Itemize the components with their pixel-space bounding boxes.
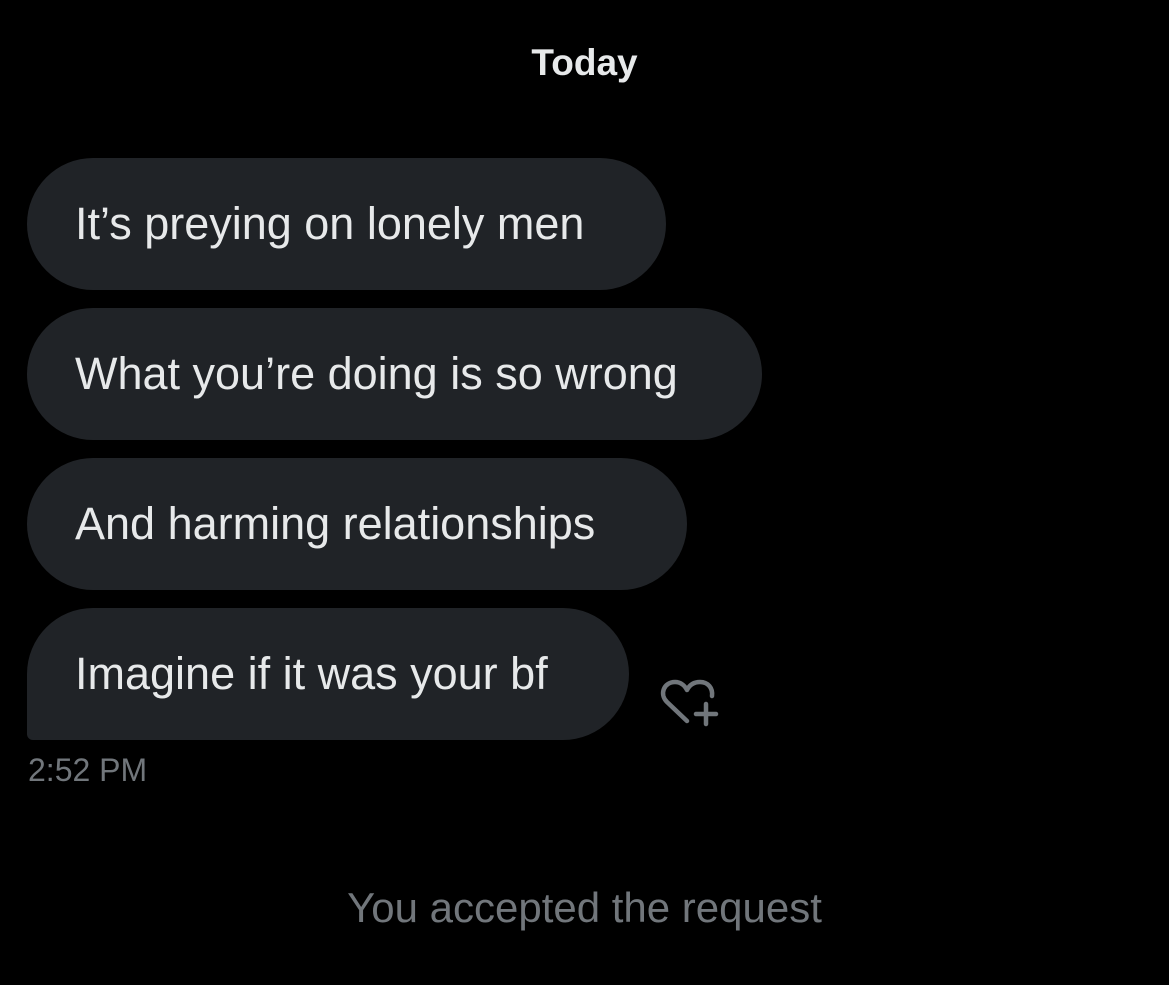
date-divider: Today xyxy=(531,42,638,83)
add-reaction-button[interactable] xyxy=(656,675,724,733)
message-bubble[interactable]: Imagine if it was your bf xyxy=(27,608,629,740)
request-accepted-notice: You accepted the request xyxy=(347,884,822,931)
heart-plus-icon xyxy=(660,679,719,727)
message-bubble[interactable]: It’s preying on lonely men xyxy=(27,158,666,290)
message-timestamp: 2:52 PM xyxy=(28,752,148,788)
message-bubble[interactable]: And harming relationships xyxy=(27,458,687,590)
message-bubble[interactable]: What you’re doing is so wrong xyxy=(27,308,762,440)
